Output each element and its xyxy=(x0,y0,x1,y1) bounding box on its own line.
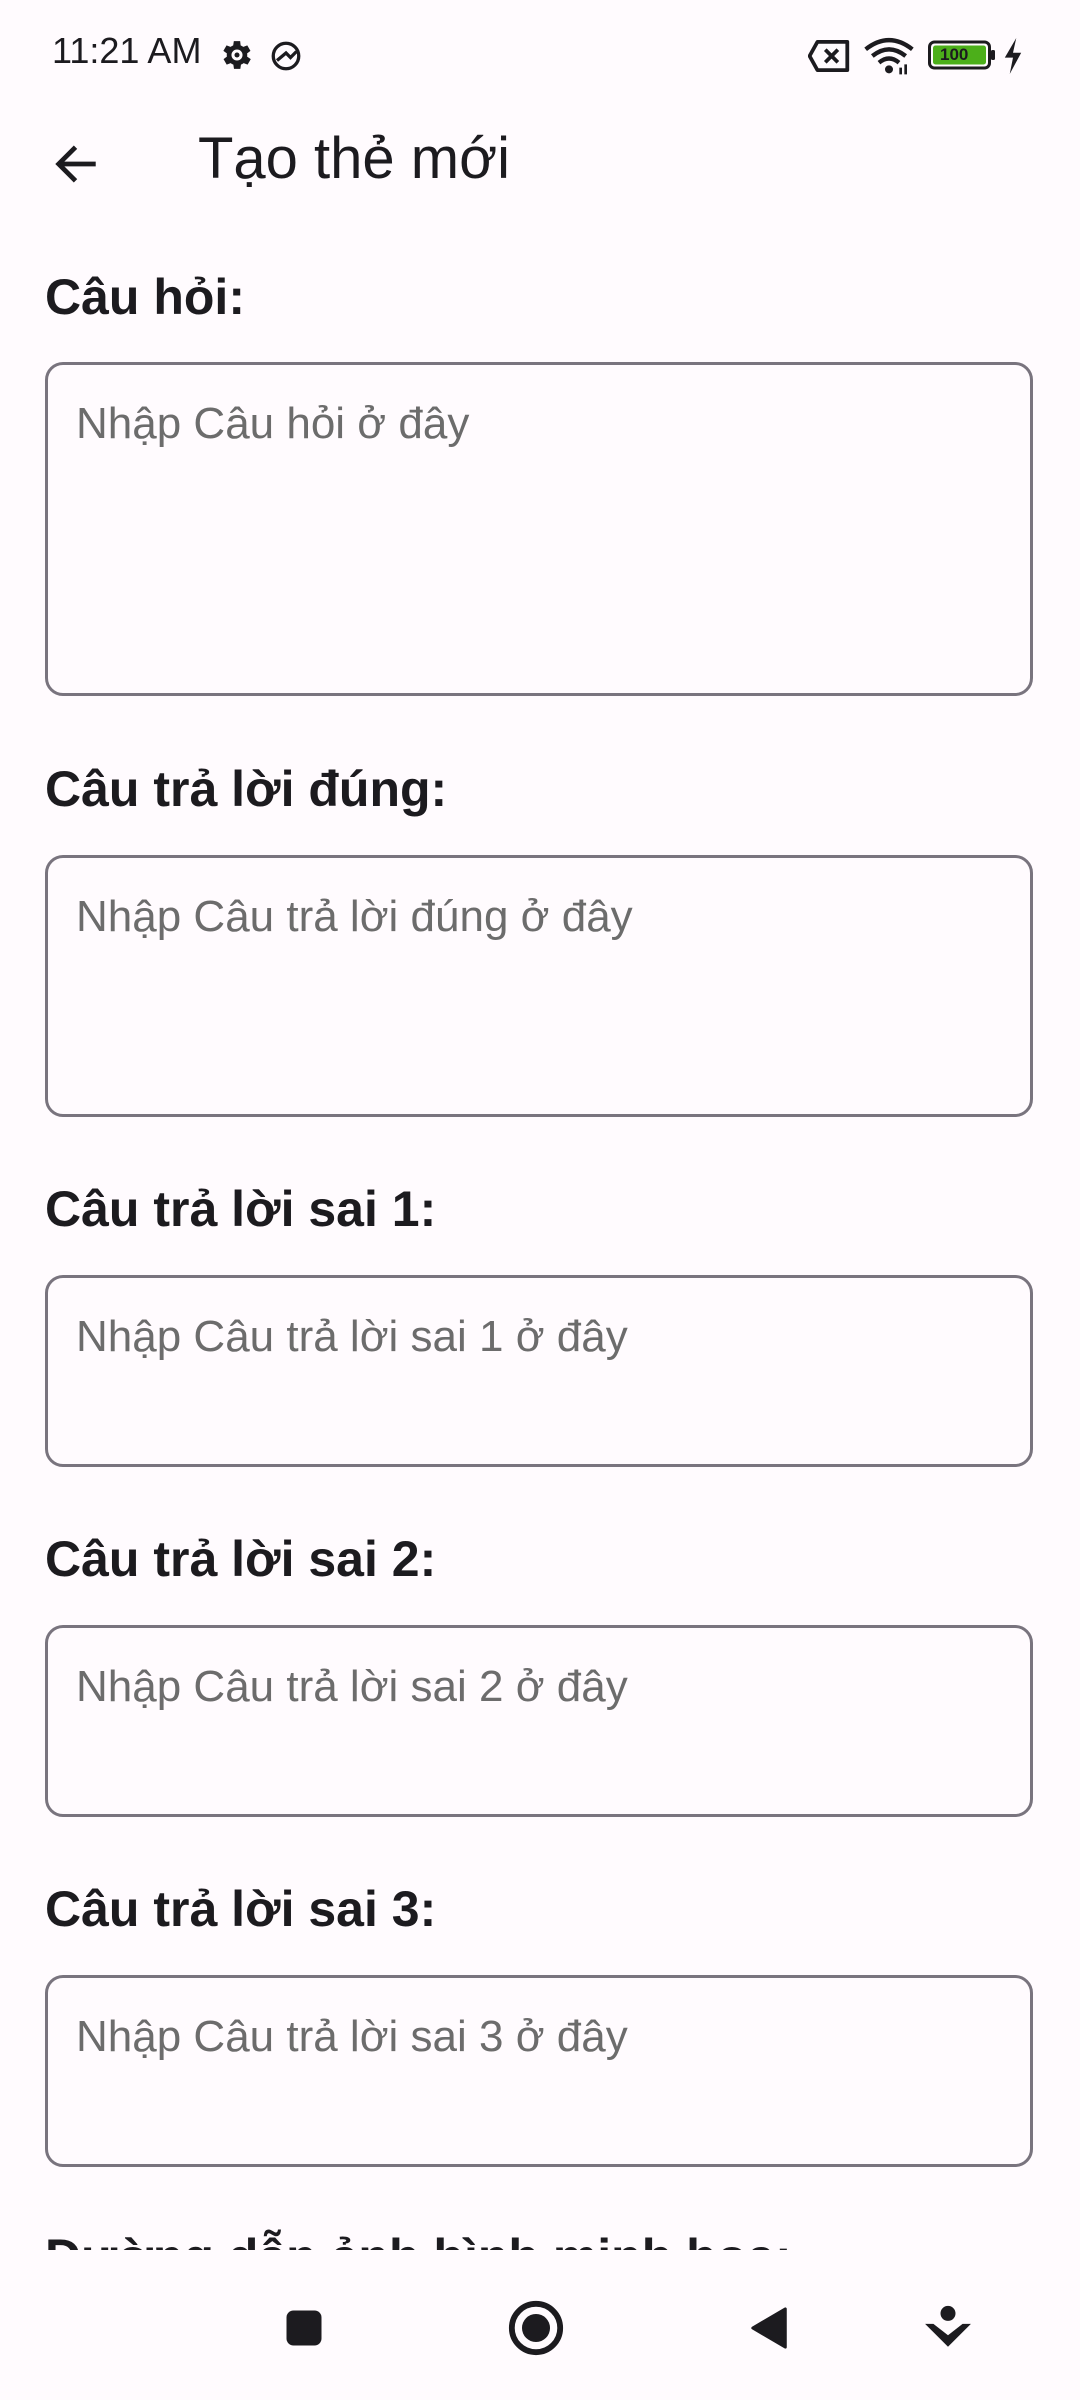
settings-gear-icon xyxy=(218,36,256,76)
wrong-answer-1-label: Câu trả lời sai 1: xyxy=(45,1181,437,1237)
wrong-answer-3-input[interactable] xyxy=(48,1978,1030,2164)
wrong-answer-1-field[interactable] xyxy=(45,1275,1033,1467)
status-time: 11:21 AM xyxy=(52,30,202,71)
wrong-answer-3-label: Câu trả lời sai 3: xyxy=(45,1881,437,1937)
wrong-answer-3-field[interactable] xyxy=(45,1975,1033,2167)
wrong-answer-2-input[interactable] xyxy=(48,1628,1030,1814)
battery-icon: 100 xyxy=(928,40,996,80)
question-field[interactable] xyxy=(45,362,1033,696)
wifi-icon xyxy=(864,36,914,76)
battery-level-text: 100 xyxy=(940,45,969,64)
question-label: Câu hỏi: xyxy=(45,269,245,325)
correct-answer-field[interactable] xyxy=(45,855,1033,1117)
back-nav-button[interactable] xyxy=(730,2290,810,2370)
assistant-button[interactable] xyxy=(908,2290,988,2370)
home-button[interactable] xyxy=(496,2290,576,2370)
charging-icon xyxy=(1002,38,1024,78)
top-app-bar: Tạo thẻ mới xyxy=(0,110,1080,210)
page-title: Tạo thẻ mới xyxy=(198,126,511,191)
question-input[interactable] xyxy=(48,365,1030,693)
arrow-back-icon xyxy=(50,138,102,195)
assistant-icon xyxy=(923,2303,973,2358)
correct-answer-label: Câu trả lời đúng: xyxy=(45,761,448,817)
recents-button[interactable] xyxy=(264,2290,344,2370)
wrong-answer-1-input[interactable] xyxy=(48,1278,1030,1464)
screen: 11:21 AM 100 Tạo thẻ mới Câu hỏi: Nhập C… xyxy=(0,0,1080,2400)
form-content[interactable]: Câu hỏi: Câu trả lời đúng: Câu trả lời s… xyxy=(0,210,1080,2240)
status-bar: 11:21 AM 100 xyxy=(0,0,1080,110)
wrong-answer-2-field[interactable] xyxy=(45,1625,1033,1817)
navigation-bar xyxy=(0,2250,1080,2400)
recents-square-icon xyxy=(283,2307,325,2354)
back-button[interactable] xyxy=(36,126,116,206)
wrong-answer-2-label: Câu trả lời sai 2: xyxy=(45,1531,437,1587)
back-triangle-icon xyxy=(747,2305,793,2356)
home-circle-icon xyxy=(507,2299,565,2362)
vpn-icon xyxy=(268,38,304,78)
correct-answer-input[interactable] xyxy=(48,858,1030,1114)
no-sim-icon xyxy=(807,38,852,78)
